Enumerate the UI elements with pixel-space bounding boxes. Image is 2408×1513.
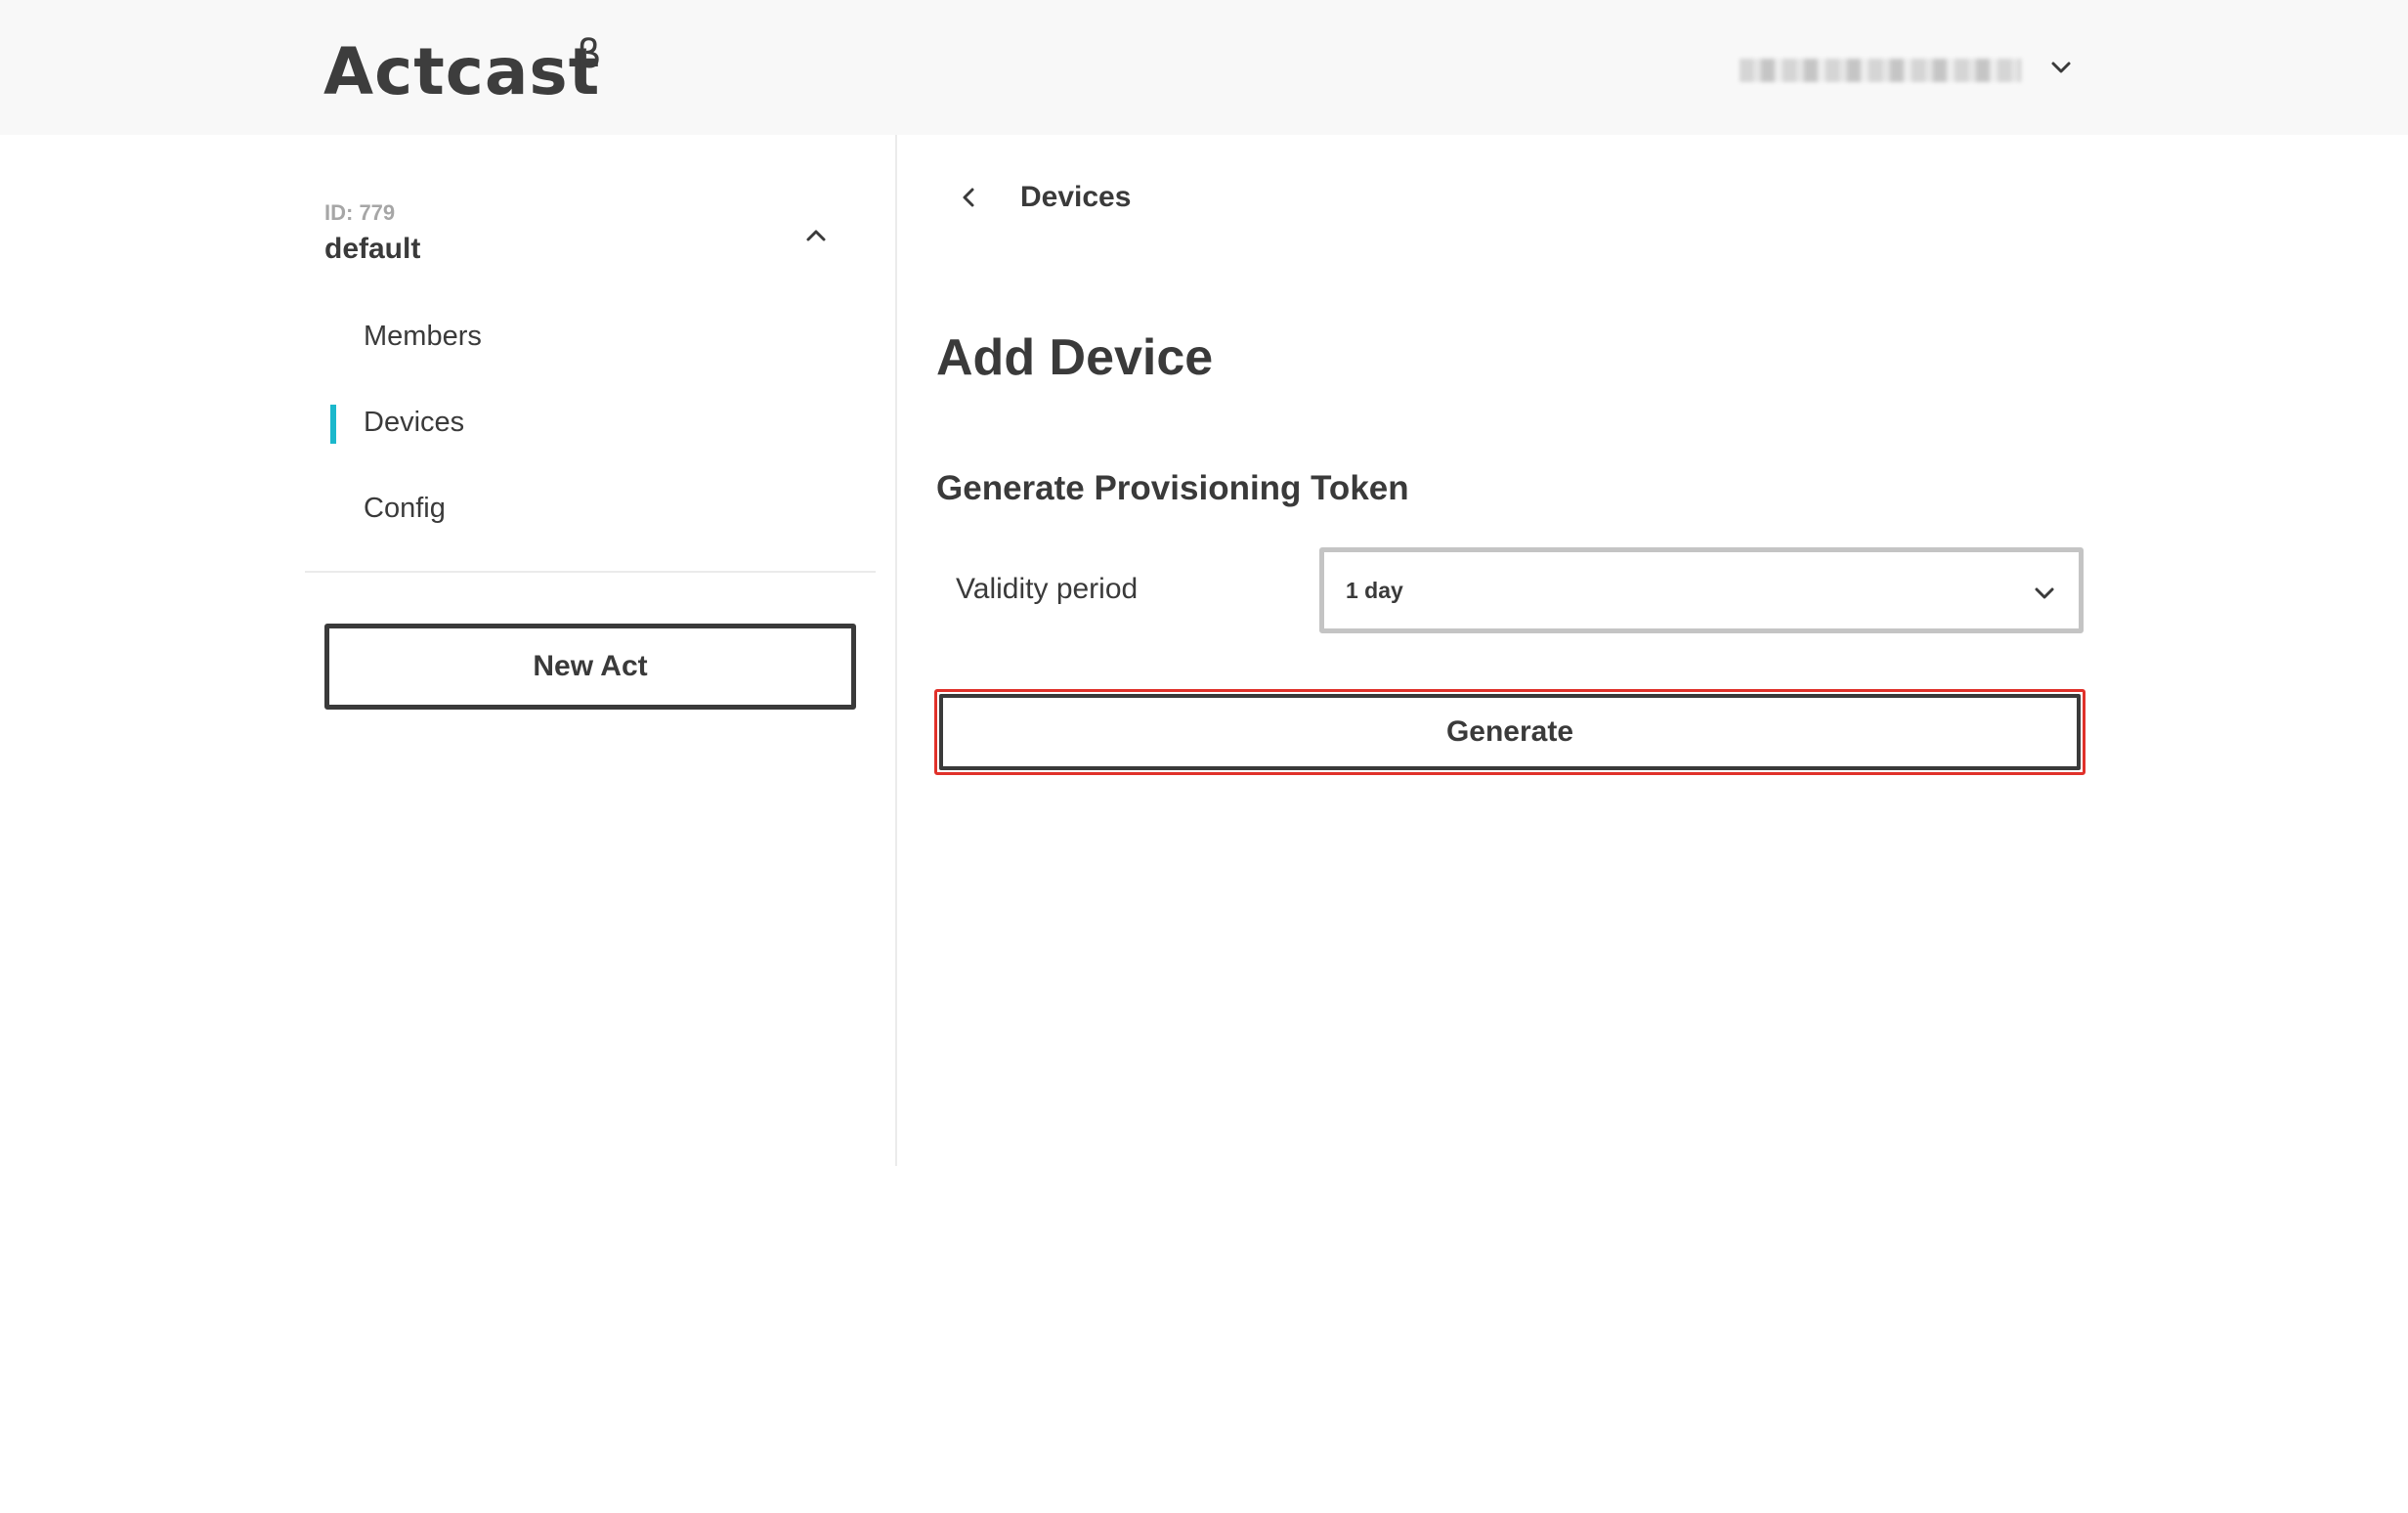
validity-period-select[interactable]: 1 day bbox=[1319, 547, 2084, 633]
validity-period-value: 1 day bbox=[1346, 578, 1403, 603]
chevron-down-icon bbox=[2035, 587, 2054, 599]
user-name-blurred[interactable] bbox=[1740, 59, 2021, 82]
back-link-label: Devices bbox=[1020, 181, 1132, 213]
actcast-logo[interactable]: Actcast bbox=[323, 33, 600, 111]
chevron-down-icon[interactable] bbox=[2048, 55, 2074, 80]
logo-beta-mark: β bbox=[577, 32, 602, 77]
sidebar-item-label: Config bbox=[364, 493, 446, 524]
sidebar-divider bbox=[895, 135, 897, 1166]
validity-period-label: Validity period bbox=[956, 573, 1139, 605]
chevron-left-icon bbox=[963, 188, 974, 207]
generate-button-label: Generate bbox=[939, 694, 2081, 770]
group-name[interactable]: default bbox=[324, 233, 420, 266]
active-indicator bbox=[330, 405, 336, 444]
page-title: Add Device bbox=[936, 329, 1214, 386]
back-to-devices-link[interactable]: Devices bbox=[956, 176, 1131, 219]
group-id: ID: 779 bbox=[324, 200, 396, 225]
new-act-button[interactable]: New Act bbox=[324, 624, 856, 710]
top-header: Actcast β bbox=[0, 0, 2408, 135]
chevron-up-icon[interactable] bbox=[801, 221, 831, 250]
sidebar-item-label: Members bbox=[364, 321, 482, 352]
sidebar-separator bbox=[305, 571, 876, 573]
section-title: Generate Provisioning Token bbox=[936, 469, 1409, 507]
sidebar-item-devices[interactable]: Devices bbox=[330, 399, 858, 448]
generate-button[interactable]: Generate bbox=[934, 689, 2086, 775]
sidebar-item-config[interactable]: Config bbox=[330, 485, 858, 534]
sidebar-item-label: Devices bbox=[364, 407, 465, 438]
sidebar-item-members[interactable]: Members bbox=[330, 313, 858, 362]
